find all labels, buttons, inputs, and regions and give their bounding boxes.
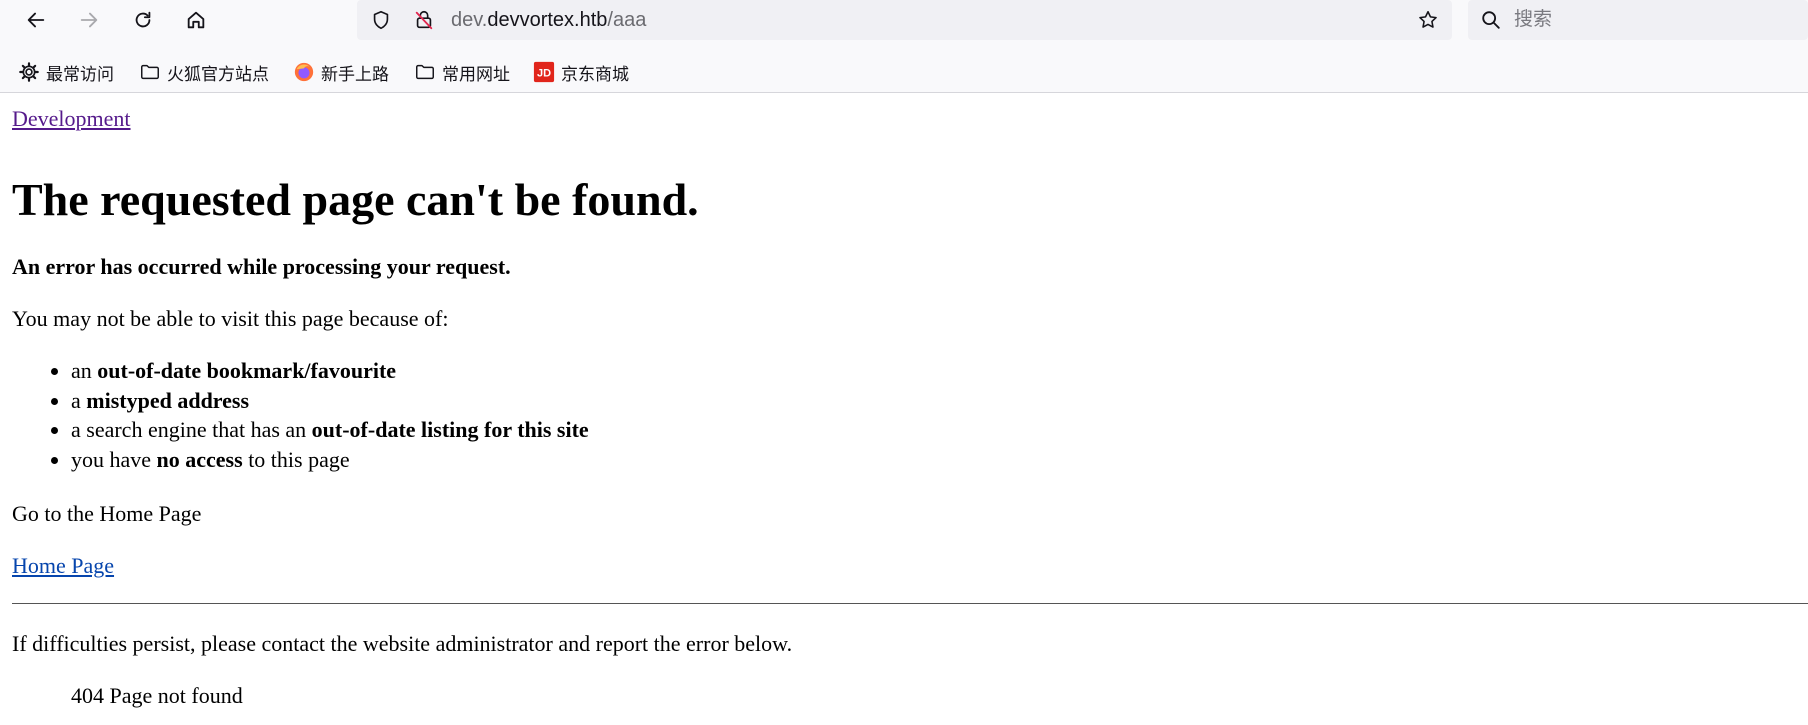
folder-icon	[141, 64, 159, 80]
search-bar[interactable]: 搜索	[1468, 0, 1808, 40]
reason-bold: out-of-date listing for this site	[311, 417, 589, 442]
forward-button[interactable]	[73, 4, 105, 36]
page-title: The requested page can't be found.	[12, 174, 699, 225]
bookmark-getting-started[interactable]: 新手上路	[293, 52, 389, 92]
list-item: you have no access to this page	[71, 447, 589, 477]
url-text[interactable]: dev.devvortex.htb/aaa	[451, 0, 646, 40]
home-button[interactable]	[180, 4, 212, 36]
firefox-icon	[294, 62, 314, 82]
reasons-list: an out-of-date bookmark/favourite a mist…	[12, 358, 589, 476]
bookmark-label: 京东商城	[561, 64, 629, 84]
bookmark-label: 新手上路	[321, 64, 389, 84]
insecure-lock-icon[interactable]	[413, 9, 435, 31]
shield-icon[interactable]	[370, 9, 392, 31]
reason-text: you have	[71, 446, 157, 472]
arrow-left-icon	[27, 12, 45, 28]
gear-icon	[19, 62, 39, 82]
arrow-right-icon	[80, 12, 98, 28]
development-link[interactable]: Development	[12, 106, 131, 132]
reason-text: a	[71, 387, 87, 413]
url-bar[interactable]: dev.devvortex.htb/aaa	[357, 0, 1452, 40]
error-code: 404 Page not found	[71, 683, 243, 708]
reload-button[interactable]	[127, 4, 159, 36]
bookmark-most-visited[interactable]: 最常访问	[18, 52, 114, 92]
bookmark-label: 常用网址	[442, 64, 510, 84]
url-host: devvortex.htb	[487, 9, 608, 31]
reason-bold: no access	[156, 446, 243, 472]
folder-icon	[416, 64, 434, 80]
bookmark-label: 火狐官方站点	[167, 64, 269, 84]
toolbar-spacer	[0, 40, 1808, 52]
intro-text: You may not be able to visit this page b…	[12, 306, 449, 331]
reload-icon	[135, 11, 151, 28]
search-placeholder: 搜索	[1514, 9, 1553, 30]
reason-bold: out-of-date bookmark/favourite	[97, 358, 397, 383]
reason-text: an	[71, 358, 98, 383]
bookmark-jd[interactable]: JD 京东商城	[533, 52, 629, 92]
list-item: a mistyped address	[71, 388, 589, 418]
home-page-link[interactable]: Home Page	[12, 553, 114, 579]
url-path: /aaa	[607, 9, 647, 31]
reason-bold: mistyped address	[86, 387, 250, 413]
bookmark-common-sites[interactable]: 常用网址	[414, 52, 510, 92]
list-item: a search engine that has an out-of-date …	[71, 417, 589, 447]
reason-text: to this page	[242, 446, 350, 472]
persist-text: If difficulties persist, please contact …	[12, 631, 793, 656]
bookmarks-bar: 最常访问 火狐官方站点 新手上路 常用网址 JD 京东商城	[0, 52, 1808, 93]
error-subheading: An error has occurred while processing y…	[12, 254, 511, 279]
search-icon	[1482, 11, 1500, 29]
star-icon[interactable]	[1417, 9, 1439, 31]
browser-toolbar: dev.devvortex.htb/aaa 搜索	[0, 0, 1808, 40]
url-prefix: dev.	[451, 9, 488, 31]
divider	[12, 603, 1808, 604]
home-icon	[187, 11, 205, 29]
bookmark-label: 最常访问	[46, 64, 114, 84]
reason-text: a search engine that has an	[71, 417, 312, 442]
bookmark-firefox-sites[interactable]: 火狐官方站点	[139, 52, 269, 92]
go-home-text: Go to the Home Page	[12, 501, 202, 526]
back-button[interactable]	[20, 4, 52, 36]
svg-text:JD: JD	[537, 68, 551, 80]
list-item: an out-of-date bookmark/favourite	[71, 358, 589, 388]
jd-icon: JD	[533, 61, 555, 83]
